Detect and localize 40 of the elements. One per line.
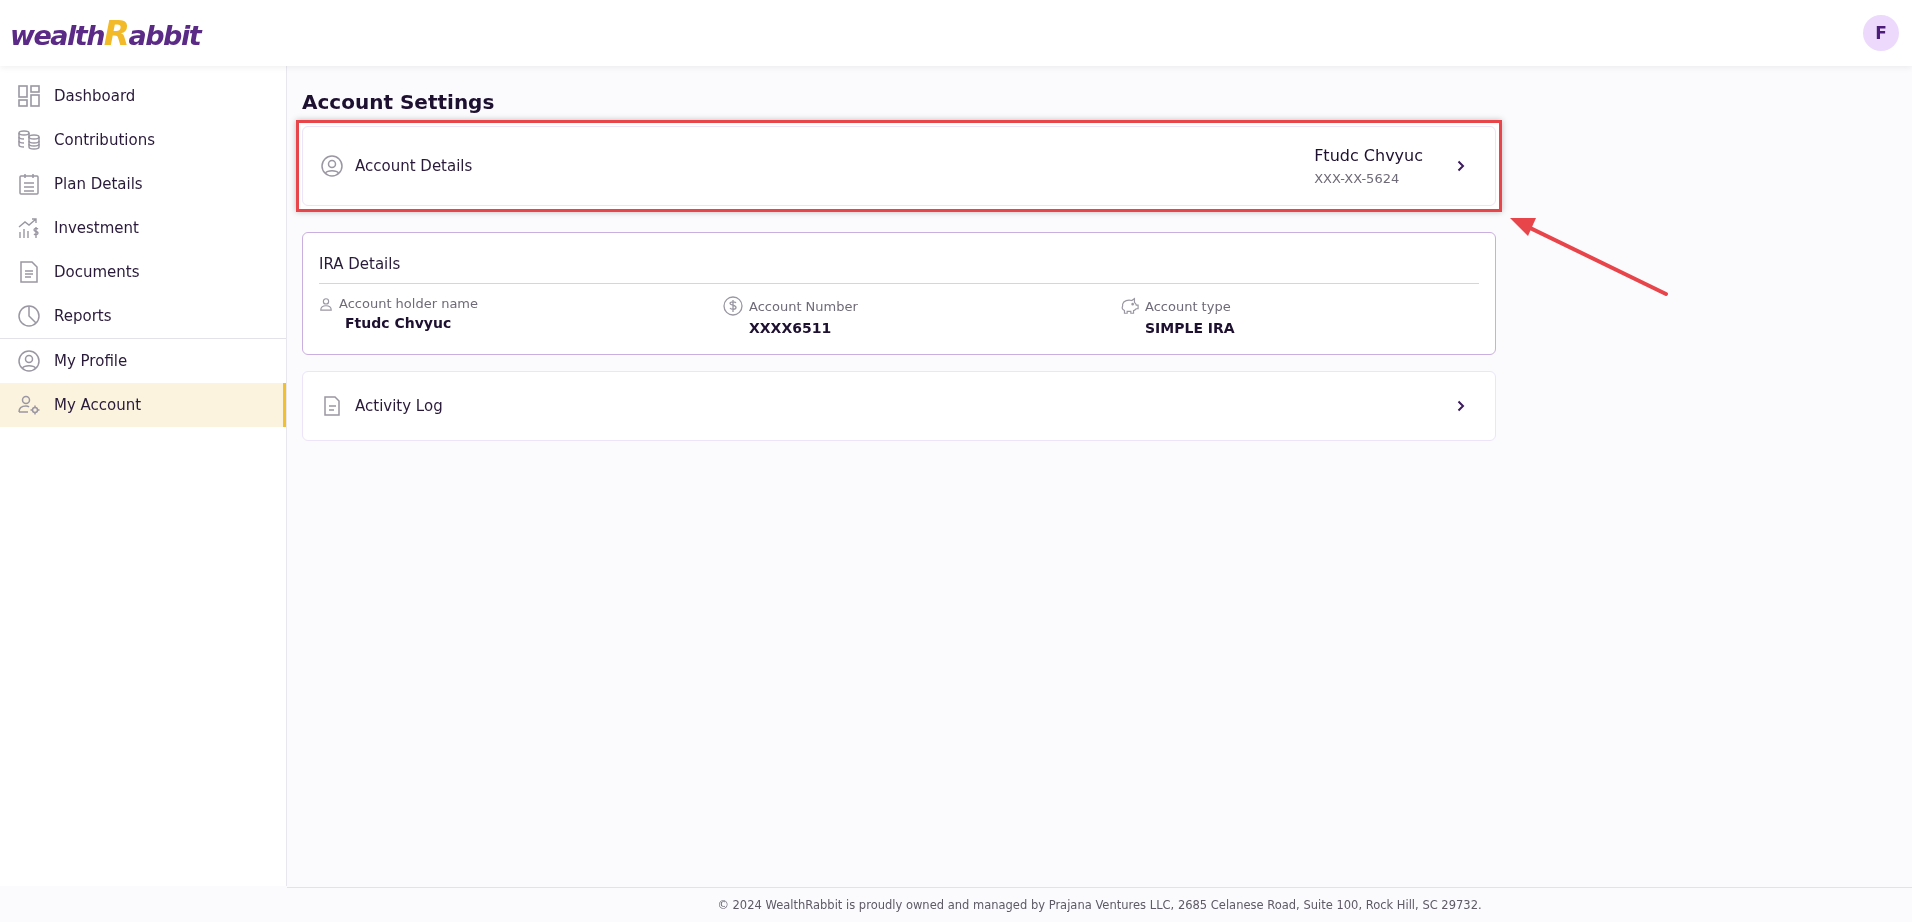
- field-value: XXXX6511: [748, 320, 833, 336]
- masked-ssn: XXX-XX-5624: [1314, 171, 1400, 186]
- wealthrabbit-logo[interactable]: wealthRabbit: [10, 13, 201, 53]
- field-label: Account Number: [749, 298, 858, 314]
- field-label: Account type: [1145, 298, 1231, 314]
- card-label: Account Details: [355, 157, 474, 175]
- person-icon: [319, 296, 333, 311]
- footer-text: © 2024 WealthRabbit is proudly owned and managed by Prajana Ventures LLC, 2685 Celanese Road, Suite 100, Rock Hill, SC 29732.: [717, 898, 1482, 912]
- user-gear-icon: [18, 394, 40, 416]
- user-circle-icon: [18, 350, 40, 372]
- card-label: Activity Log: [355, 397, 444, 415]
- sidebar-item[interactable]: Reports: [0, 294, 286, 338]
- field-value: Ftudc Chvyuc: [344, 315, 453, 331]
- account-name: Ftudc Chvyuc: [1314, 146, 1423, 165]
- activity-log-card[interactable]: Activity Log: [302, 371, 1496, 441]
- document-icon: [321, 395, 343, 417]
- dashboard-grid-icon: [18, 85, 40, 107]
- sidebar-item[interactable]: Dashboard: [0, 74, 286, 118]
- dollar-circle-icon: [723, 296, 743, 316]
- user-circle-icon: [321, 155, 343, 177]
- sidebar-item[interactable]: My Profile: [0, 339, 286, 383]
- sidebar-item[interactable]: My Account: [0, 383, 286, 427]
- account-details-card[interactable]: Account Details Ftudc Chvyuc XXX-XX-5624: [302, 126, 1496, 206]
- user-avatar[interactable]: F: [1863, 15, 1899, 51]
- pie-chart-icon: [18, 305, 40, 327]
- sidebar-item[interactable]: Documents: [0, 250, 286, 294]
- field-value: SIMPLE IRA: [1144, 320, 1236, 336]
- clipboard-icon: [18, 173, 40, 195]
- sidebar-item[interactable]: Plan Details: [0, 162, 286, 206]
- field-label: Account holder name: [339, 296, 479, 311]
- section-title: IRA Details: [319, 255, 402, 273]
- growth-chart-icon: [18, 217, 40, 239]
- coins-icon: [18, 129, 40, 151]
- document-icon: [18, 261, 40, 283]
- sidebar-item[interactable]: Contributions: [0, 118, 286, 162]
- piggy-bank-icon: [1119, 296, 1139, 316]
- chevron-right-icon[interactable]: [1457, 400, 1465, 412]
- chevron-right-icon[interactable]: [1457, 160, 1465, 172]
- sidebar-item[interactable]: Investment: [0, 206, 286, 250]
- page-title: Account Settings: [302, 90, 496, 114]
